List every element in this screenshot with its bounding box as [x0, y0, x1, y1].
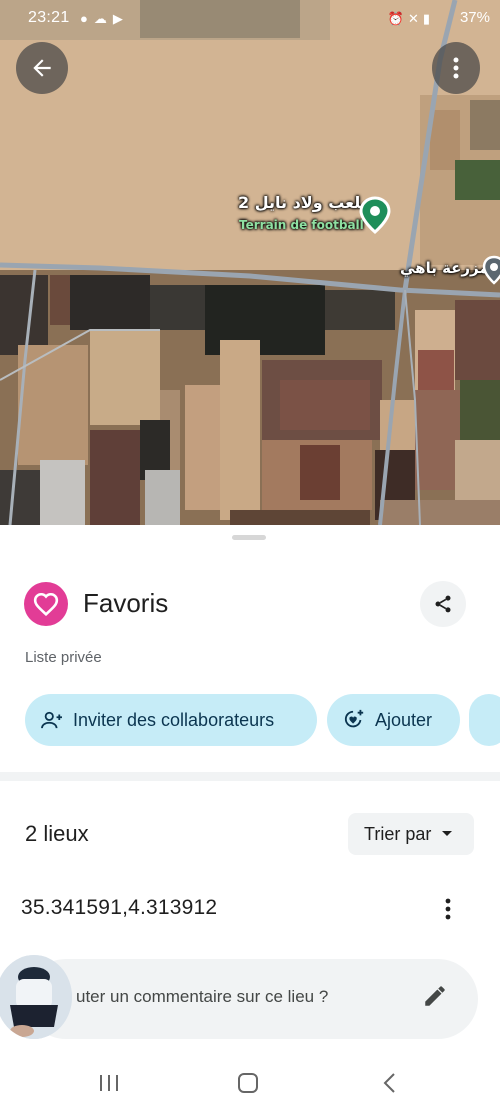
battery-level: 37% — [459, 9, 490, 26]
system-nav-bar — [0, 1055, 500, 1111]
system-icons: ⏰✕▮ — [388, 11, 434, 27]
comment-input[interactable]: uter un commentaire sur ce lieu ? — [26, 959, 478, 1039]
recent-apps-icon — [100, 1075, 118, 1091]
share-button[interactable] — [420, 581, 466, 627]
map-place-label-arabic[interactable]: ملعب ولاد نايل 2 — [238, 193, 371, 212]
sort-button[interactable]: Trier par — [348, 813, 474, 855]
home-icon — [238, 1073, 258, 1093]
back-icon — [383, 1073, 395, 1093]
home-button[interactable] — [228, 1067, 268, 1099]
section-divider — [0, 772, 500, 781]
more-options-button[interactable] — [432, 42, 480, 94]
invite-label: Inviter des collaborateurs — [73, 709, 275, 730]
location-pin-icon — [482, 255, 500, 285]
cloud-icon: ☁ — [93, 11, 113, 26]
share-icon — [435, 595, 451, 613]
add-label: Ajouter — [375, 709, 433, 730]
sort-label: Trier par — [364, 823, 432, 844]
list-bottom-sheet: Favoris Liste privée Inviter des collabo… — [0, 525, 500, 1111]
arrow-left-icon — [33, 59, 51, 77]
map-farm-label[interactable]: مزرعة باهي — [400, 259, 489, 277]
drag-handle[interactable] — [232, 535, 266, 540]
invite-collaborators-button[interactable]: Inviter des collaborateurs — [25, 694, 317, 746]
alarm-icon: ⏰ — [387, 11, 408, 26]
recent-apps-button[interactable] — [89, 1067, 129, 1099]
more-vert-icon — [445, 898, 451, 920]
place-options-button[interactable] — [434, 893, 462, 925]
location-pin-icon — [359, 196, 391, 234]
more-actions-chip[interactable] — [469, 694, 500, 746]
add-place-button[interactable]: Ajouter — [327, 694, 460, 746]
place-coordinates: 35.341591,4.313912 — [21, 896, 218, 919]
list-title: Favoris — [83, 588, 169, 618]
notification-icons: ●☁▶ — [80, 11, 129, 27]
messenger-icon: ● — [80, 11, 94, 26]
list-privacy-label: Liste privée — [25, 649, 102, 666]
status-time: 23:21 — [28, 9, 70, 26]
comment-placeholder: uter un commentaire sur ce lieu ? — [76, 987, 329, 1006]
nav-back-button[interactable] — [369, 1067, 409, 1099]
person-add-icon — [41, 710, 63, 730]
places-count: 2 lieux — [25, 821, 89, 846]
back-button[interactable] — [16, 42, 68, 94]
mute-icon: ✕ — [407, 11, 423, 26]
edit-icon[interactable] — [422, 983, 448, 1009]
youtube-icon: ▶ — [112, 11, 129, 26]
list-item[interactable]: 35.341591,4.313912 — [0, 880, 500, 936]
signal-icon: ▮ — [422, 11, 434, 26]
more-vert-icon — [453, 57, 459, 79]
heart-icon — [33, 592, 59, 616]
list-icon — [24, 582, 68, 626]
map-pin-farm[interactable] — [482, 255, 500, 290]
map-pin[interactable] — [358, 196, 392, 239]
caret-down-icon — [442, 831, 453, 836]
satellite-map[interactable]: 23:21 ●☁▶ ⏰✕▮ 37% ملعب ولاد نايل 2 Terra… — [0, 0, 500, 525]
status-bar: 23:21 ●☁▶ ⏰✕▮ 37% — [0, 0, 500, 36]
map-place-category-label[interactable]: Terrain de football — [239, 218, 364, 232]
add-location-icon — [343, 709, 365, 731]
